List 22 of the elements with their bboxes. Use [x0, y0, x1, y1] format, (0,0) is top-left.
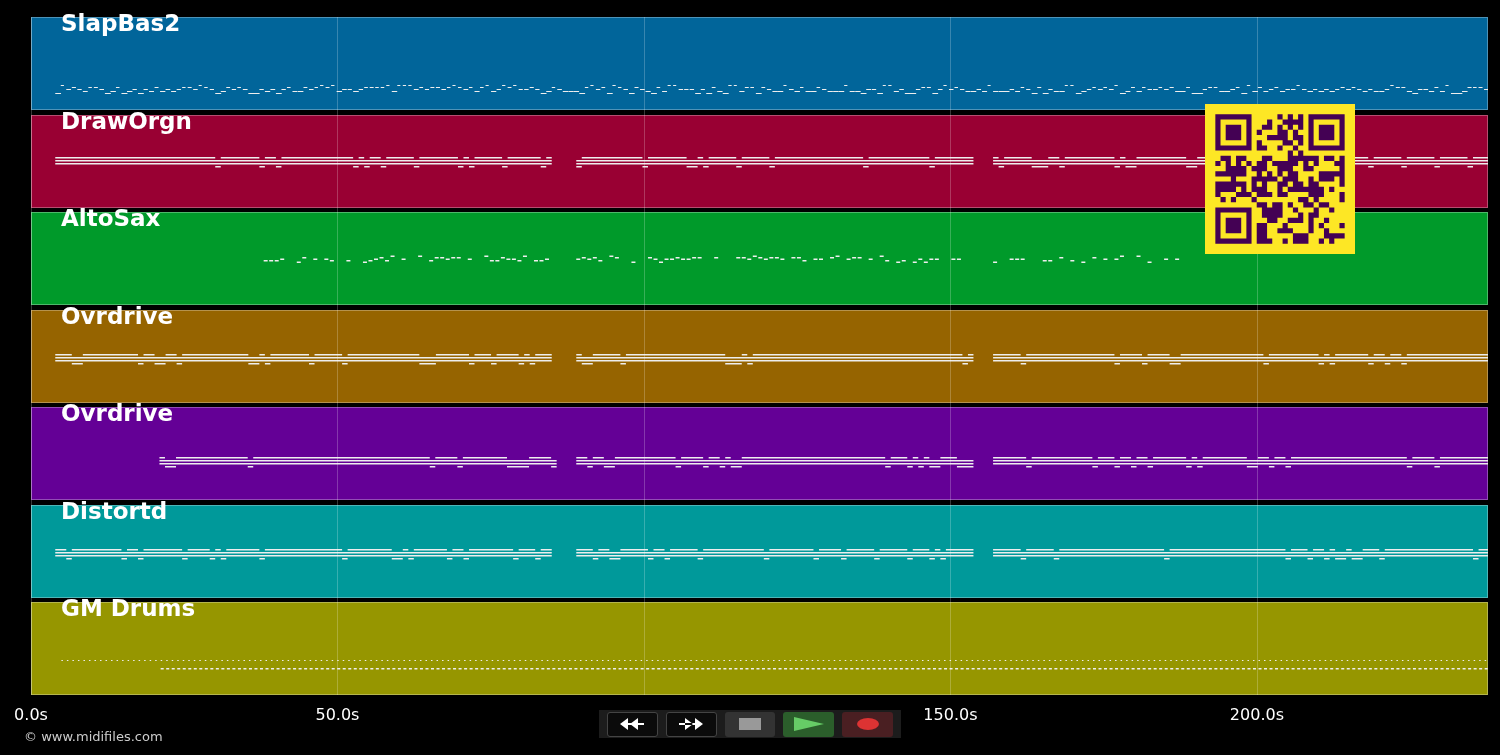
qr-code-icon	[1205, 104, 1355, 254]
rewind-icon	[618, 717, 647, 731]
record-icon	[856, 718, 879, 730]
time-tick-label: 200.0s	[1229, 705, 1284, 724]
track-name: SlapBas2	[61, 11, 181, 37]
forward-button[interactable]	[665, 711, 717, 737]
track-name: Distortd	[61, 498, 168, 524]
play-icon	[793, 717, 824, 731]
copyright-text: © www.midifiles.com	[24, 729, 163, 744]
time-tick-label: 150.0s	[923, 705, 978, 724]
stop-button[interactable]	[724, 711, 776, 737]
track-name: AltoSax	[61, 206, 161, 232]
track-name: GM Drums	[61, 596, 196, 622]
stop-icon	[739, 718, 762, 730]
rewind-button[interactable]	[607, 711, 658, 737]
time-tick-label: 50.0s	[315, 705, 360, 724]
track-name: DrawOrgn	[61, 108, 192, 134]
time-tick-label: 0.0s	[14, 705, 48, 724]
track-name: Ovrdrive	[61, 303, 174, 329]
track-name: Ovrdrive	[61, 401, 174, 427]
record-button[interactable]	[842, 711, 893, 737]
play-button[interactable]	[783, 711, 835, 737]
